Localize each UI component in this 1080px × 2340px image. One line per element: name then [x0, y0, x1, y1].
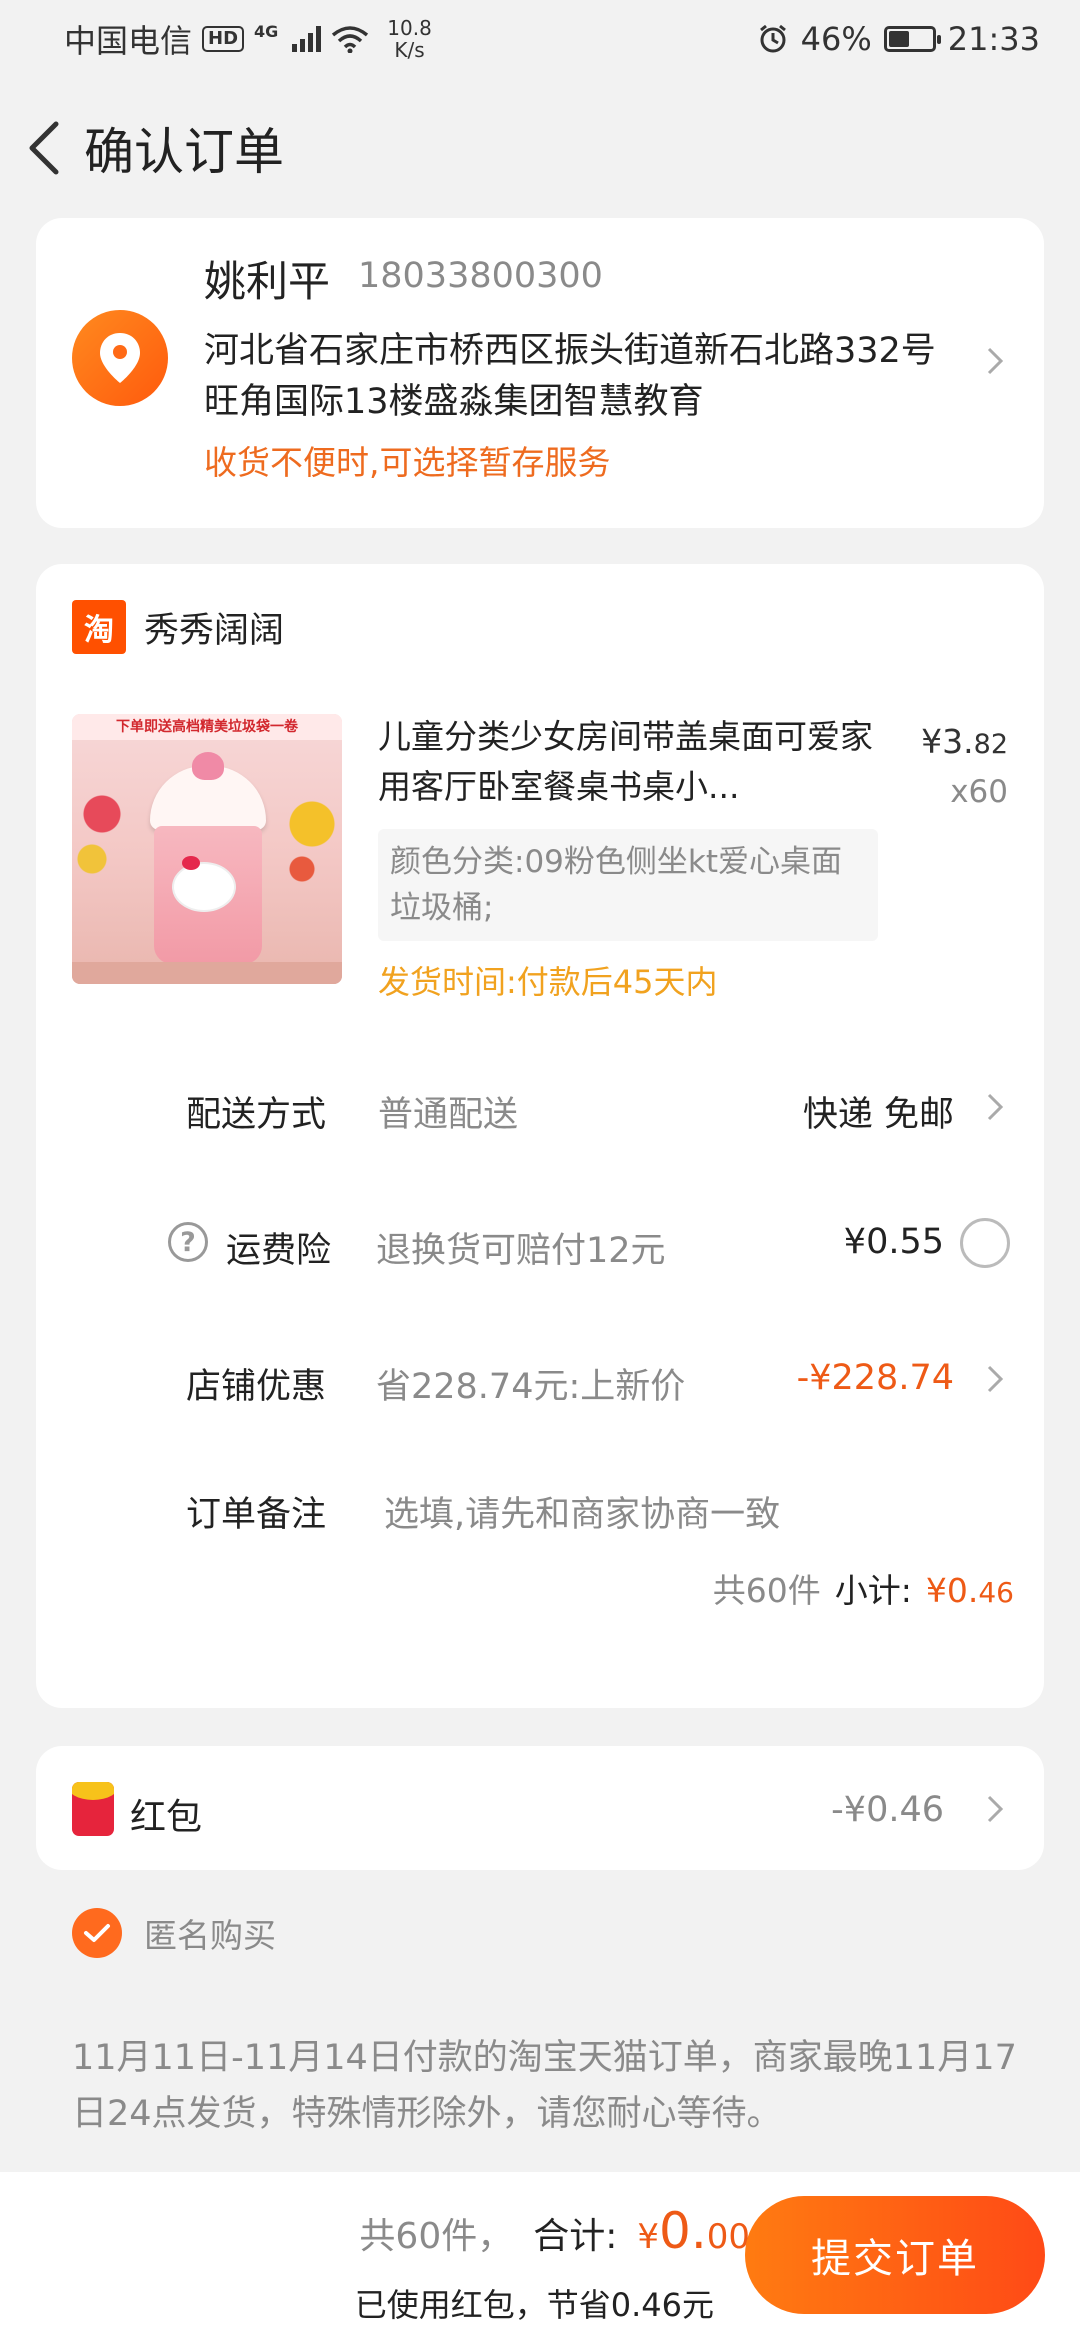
taobao-logo-icon: 淘	[72, 600, 126, 654]
redpack-card[interactable]: 红包 -¥0.46	[36, 1746, 1044, 1870]
status-bar: 中国电信 HD 4G 10.8 K/s 46% 21:33	[0, 0, 1080, 78]
chevron-right-icon	[987, 1093, 1004, 1121]
back-arrow-icon	[29, 121, 59, 175]
hd-badge: HD	[202, 26, 245, 52]
ship-time: 发货时间:付款后45天内	[378, 963, 718, 1001]
subtotal: 共60件 小计: ¥0.46	[713, 1564, 1014, 1612]
address-line-1: 河北省石家庄市桥西区振头街道新石北路332号	[204, 331, 936, 371]
signal-icon	[292, 26, 322, 52]
total-line: 共60件， 合计: ¥0.00	[359, 2202, 750, 2260]
insurance-price: ¥0.55	[843, 1222, 944, 1262]
note-input[interactable]: 选填,请先和商家协商一致	[384, 1486, 780, 1537]
product-price: ¥3.82	[921, 722, 1008, 761]
redpack-amount: -¥0.46	[831, 1790, 944, 1830]
alarm-icon	[759, 24, 786, 53]
anonymous-checkbox[interactable]	[72, 1908, 122, 1958]
back-button[interactable]	[8, 98, 78, 198]
product-image[interactable]: 下单即送高档精美垃圾袋一卷	[72, 714, 342, 984]
location-pin-icon	[72, 310, 168, 406]
savings-text: 已使用红包，节省0.46元	[354, 2286, 714, 2324]
battery-percent: 46%	[800, 20, 872, 58]
subtotal-label: 小计:	[834, 1571, 912, 1610]
note-label: 订单备注	[186, 1495, 327, 1535]
shop-row[interactable]: 淘 秀秀阔阔	[72, 600, 284, 654]
redpack-label: 红包	[130, 1797, 203, 1838]
bottom-bar: 共60件， 合计: ¥0.00 已使用红包，节省0.46元 提交订单	[0, 2172, 1080, 2340]
total-label: 合计:	[533, 2216, 618, 2257]
order-card: 淘 秀秀阔阔 下单即送高档精美垃圾袋一卷 儿童分类少女房间带盖桌面可爱家用客厅卧…	[36, 564, 1044, 1708]
network-speed: 10.8 K/s	[387, 16, 432, 62]
discount-value: 省228.74元:上新价	[376, 1367, 686, 1407]
total-count: 共60件，	[359, 2216, 514, 2257]
insurance-label: 运费险	[226, 1231, 332, 1271]
carrier-label: 中国电信	[64, 22, 193, 60]
total-amount: ¥0.00	[637, 2202, 750, 2260]
red-packet-icon	[72, 1782, 114, 1836]
chevron-right-icon	[987, 347, 1004, 375]
delivery-label: 配送方式	[186, 1095, 327, 1135]
shop-name: 秀秀阔阔	[144, 610, 285, 651]
battery-icon	[883, 26, 941, 52]
insurance-radio[interactable]	[960, 1218, 1010, 1268]
network-type: 4G	[254, 22, 279, 41]
page-title: 确认订单	[84, 123, 284, 181]
insurance-value: 退换货可赔付12元	[376, 1231, 666, 1271]
chevron-right-icon	[987, 1365, 1004, 1393]
recipient-name: 姚利平	[204, 257, 331, 306]
delivery-value: 普通配送	[378, 1095, 519, 1135]
submit-order-button[interactable]: 提交订单	[745, 2196, 1045, 2314]
header: 确认订单	[0, 98, 1080, 198]
help-icon[interactable]: ?	[168, 1222, 208, 1262]
anonymous-label: 匿名购买	[144, 1916, 276, 1955]
checkmark-icon	[84, 1924, 110, 1942]
product-sku: 颜色分类:09粉色侧坐kt爱心桌面垃圾桶;	[378, 829, 878, 941]
chevron-right-icon	[987, 1795, 1004, 1823]
clock: 21:33	[947, 20, 1040, 58]
address-line-2: 旺角国际13楼盛淼集团智慧教育	[204, 382, 704, 422]
delivery-method: 快递 免邮	[802, 1095, 954, 1135]
anonymous-purchase-row[interactable]: 匿名购买	[72, 1908, 276, 1958]
address-card[interactable]: 姚利平 18033800300 河北省石家庄市桥西区振头街道新石北路332号 旺…	[36, 218, 1044, 528]
recipient-phone: 18033800300	[358, 256, 603, 296]
subtotal-count: 共60件	[712, 1571, 821, 1610]
product-banner: 下单即送高档精美垃圾袋一卷	[72, 714, 342, 740]
shipping-notice: 11月11日-11月14日付款的淘宝天猫订单，商家最晚11月17日24点发货，特…	[72, 2038, 1017, 2134]
discount-amount: -¥228.74	[796, 1358, 954, 1398]
discount-label: 店铺优惠	[186, 1367, 327, 1407]
product-title[interactable]: 儿童分类少女房间带盖桌面可爱家用客厅卧室餐桌书桌小...	[378, 712, 898, 812]
product-quantity: x60	[950, 774, 1008, 810]
subtotal-amount: ¥0.46	[925, 1571, 1014, 1610]
temp-storage-tip[interactable]: 收货不便时,可选择暂存服务	[204, 436, 611, 484]
wifi-icon	[332, 26, 369, 53]
